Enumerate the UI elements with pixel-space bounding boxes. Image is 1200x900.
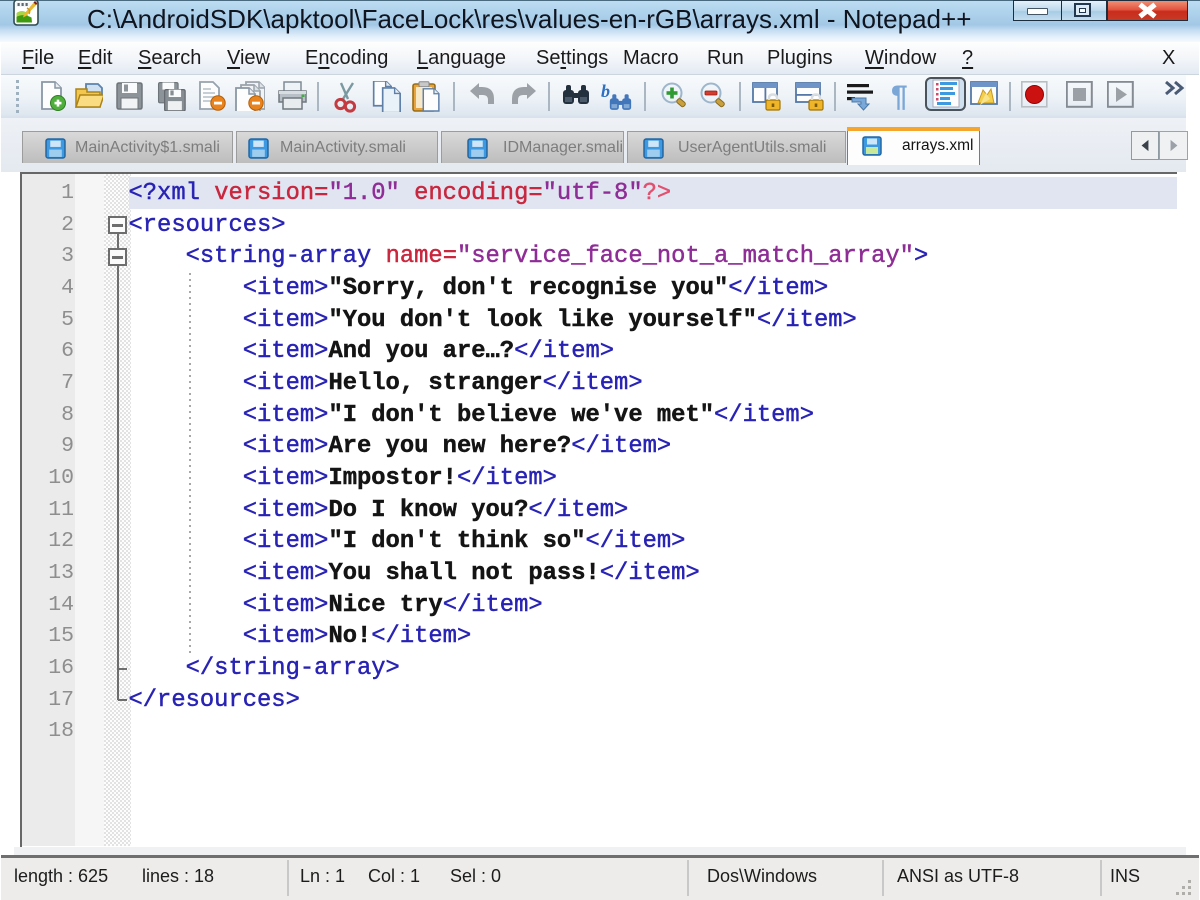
svg-text:¶: ¶ xyxy=(891,81,908,113)
svg-text:b: b xyxy=(601,81,610,101)
